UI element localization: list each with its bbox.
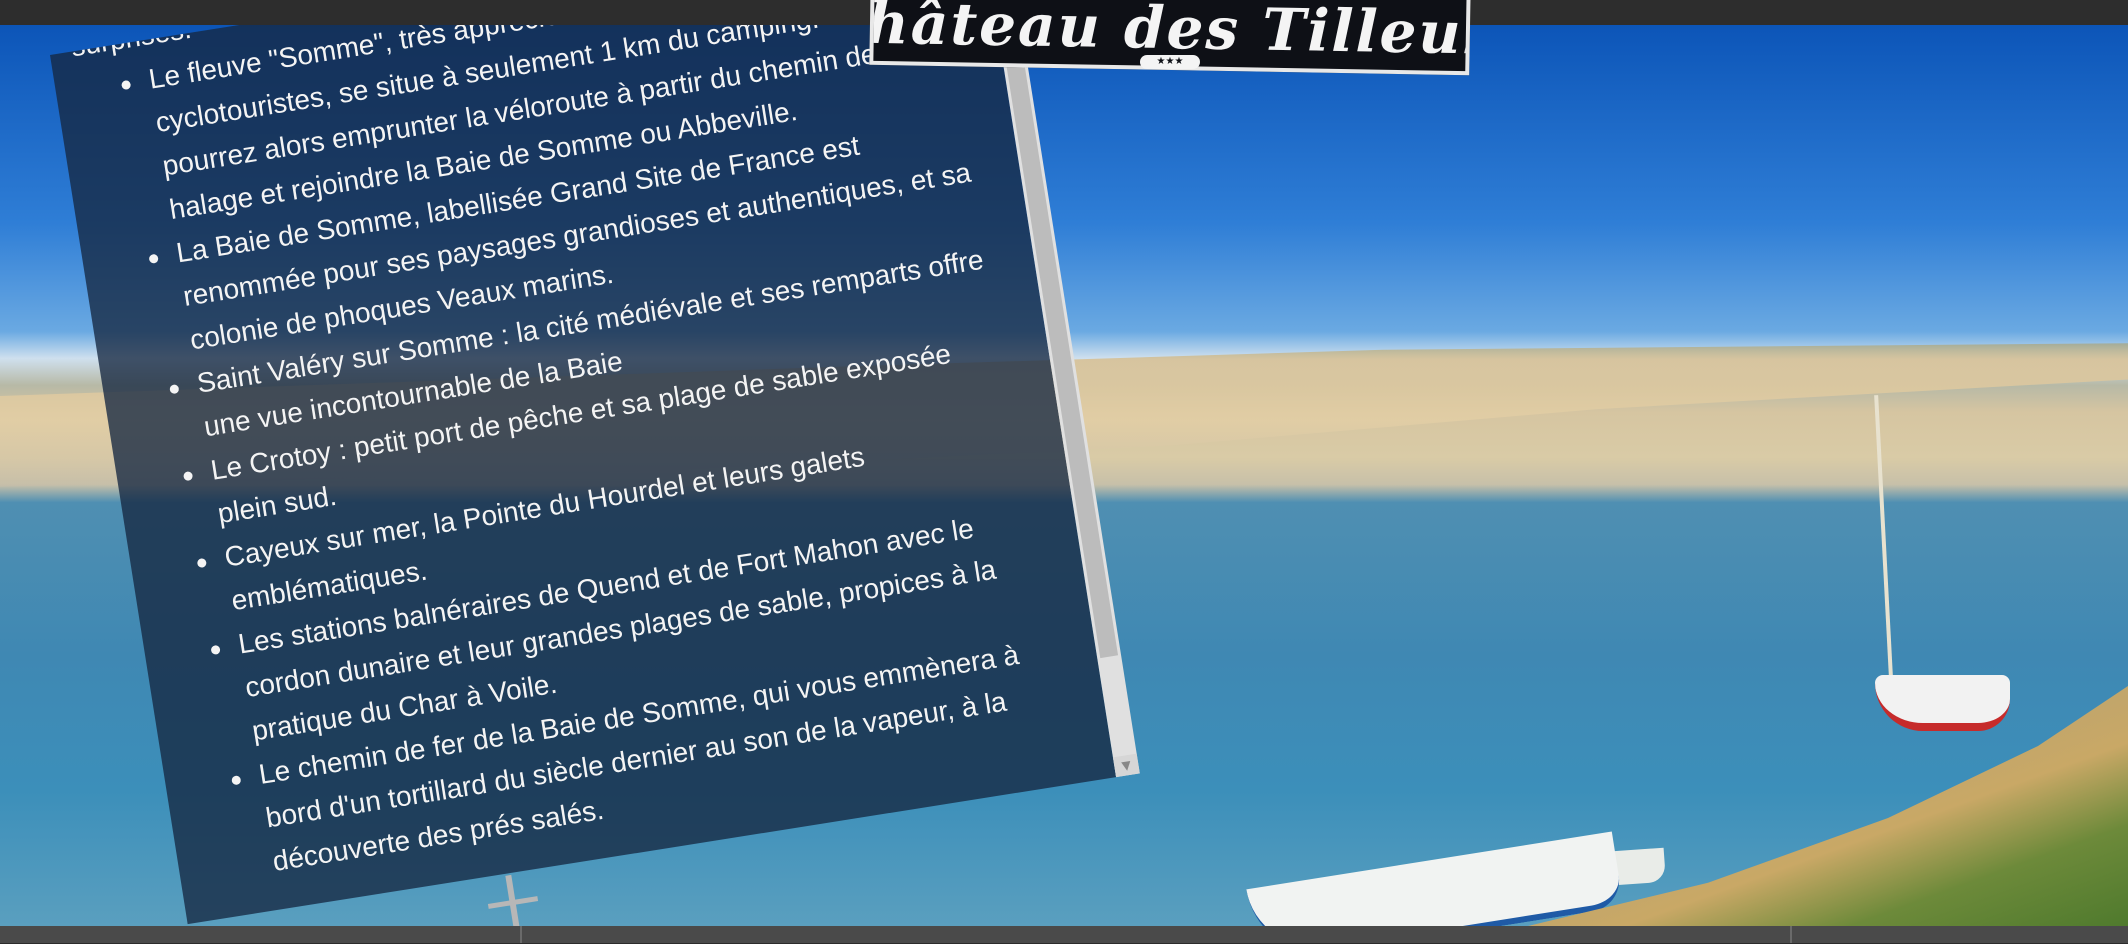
attractions-list: Le fleuve "Somme", très apprécié des jog… — [75, 0, 1075, 895]
rowboat-front — [1246, 831, 1624, 926]
rating-stars-icon: ★★★ — [1140, 55, 1200, 69]
scroll-down-arrow-icon[interactable]: ▼ — [1112, 753, 1140, 778]
shore-grass — [1528, 686, 2128, 926]
footer-bar — [0, 926, 2128, 943]
footer-divider — [520, 926, 522, 943]
content-panel: surprises. Le fleuve "Somme", très appré… — [50, 0, 1169, 944]
footer-divider — [1790, 926, 1792, 943]
content-scroll-area[interactable]: surprises. Le fleuve "Somme", très appré… — [50, 0, 1117, 925]
sailboat — [1875, 675, 2010, 731]
sailboat-mast — [1874, 395, 1894, 695]
